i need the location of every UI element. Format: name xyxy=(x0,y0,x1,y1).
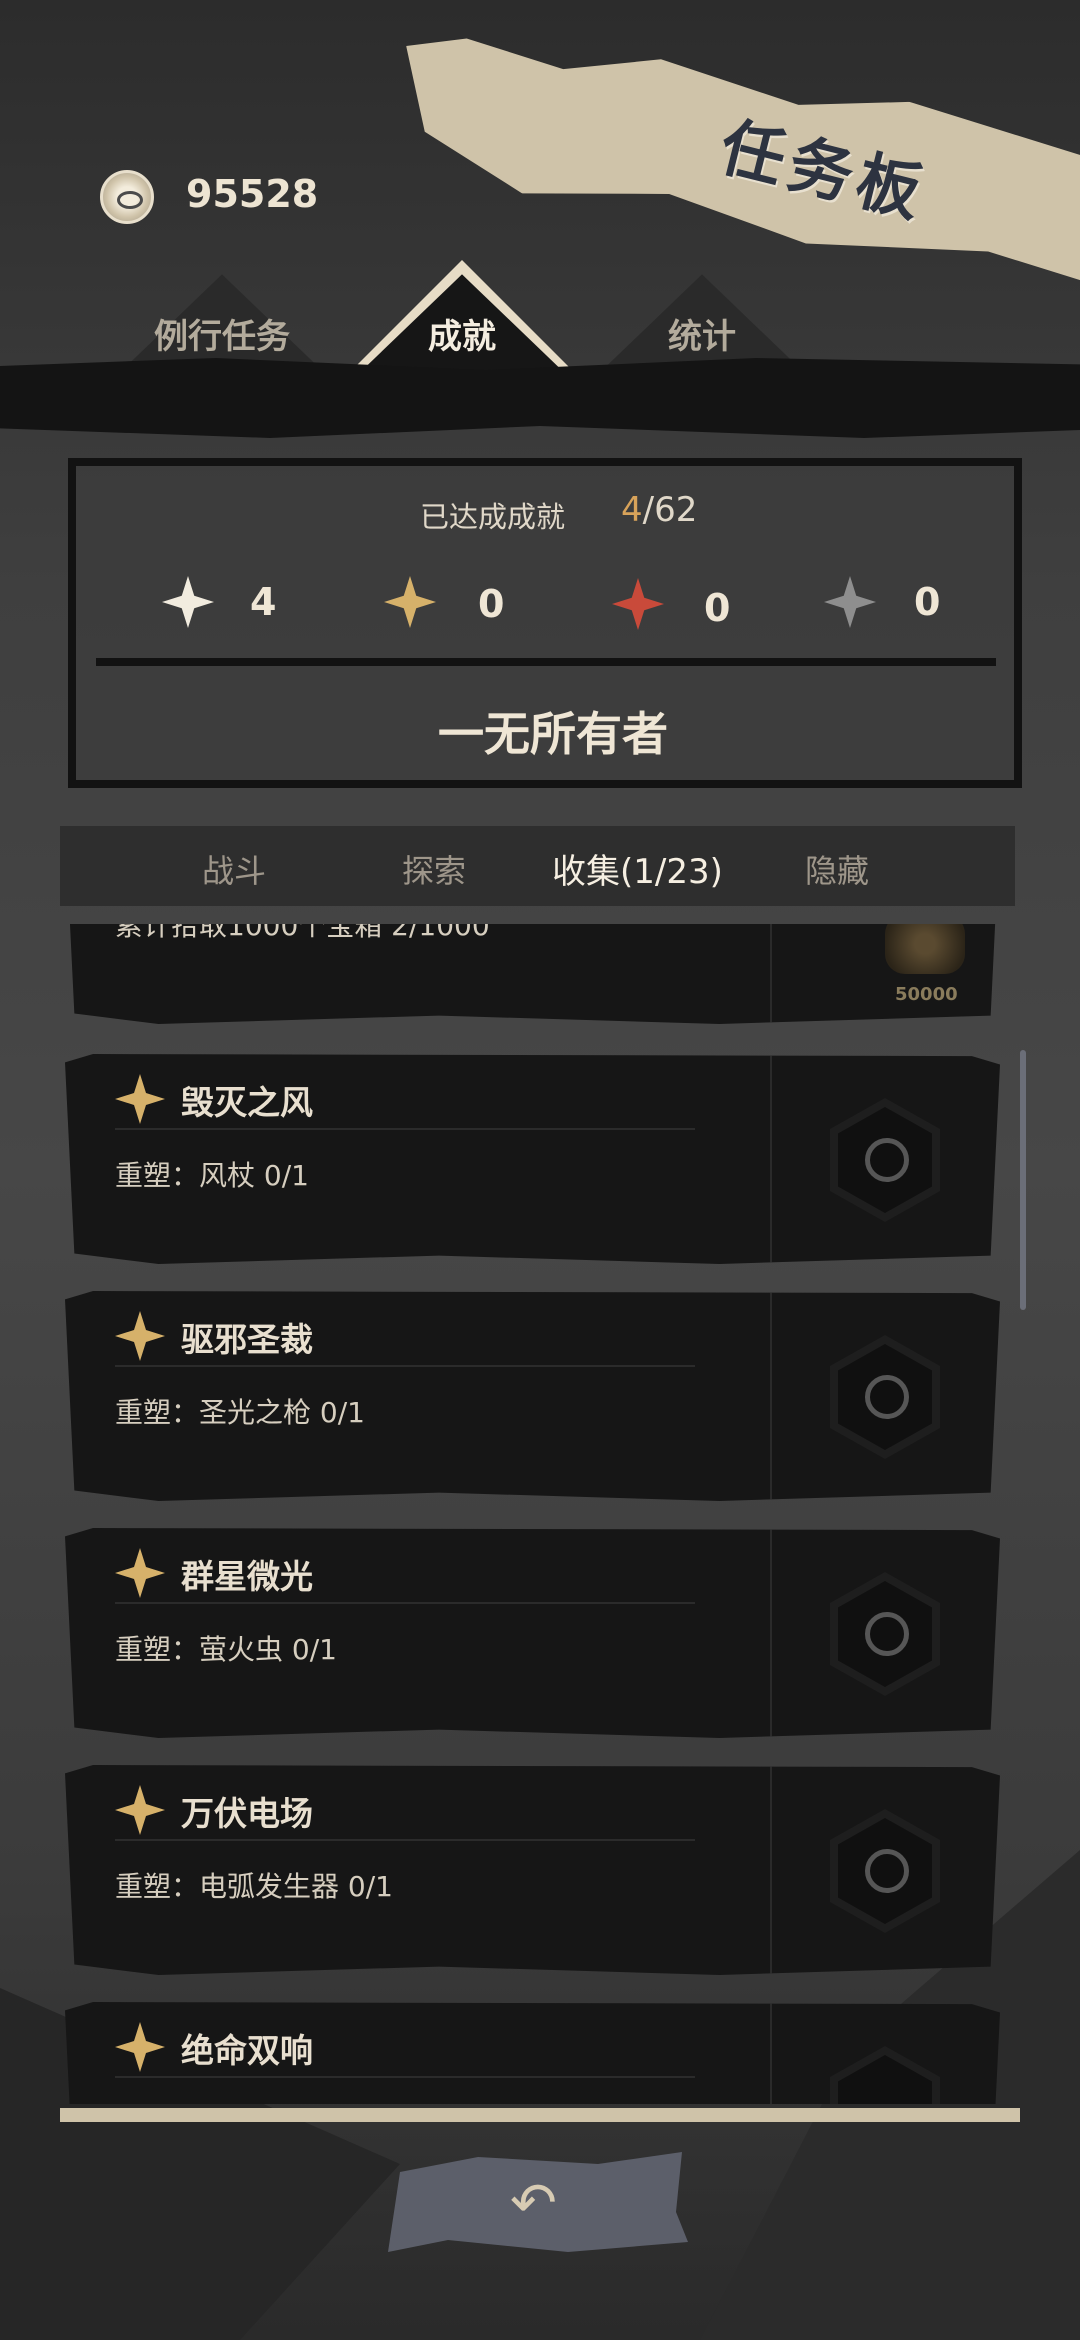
achievement-summary-panel: 已达成成就 4/62 4 0 0 0 一无所有者 xyxy=(68,458,1022,788)
achievement-card: 万伏电场 重塑：电弧发生器 0/1 xyxy=(65,1765,1000,1975)
panel-divider xyxy=(96,658,996,666)
achievement-title: 群星微光 xyxy=(181,1557,313,1596)
gold-star-icon xyxy=(115,1311,165,1361)
tab-achievements[interactable]: 成就 xyxy=(342,260,582,380)
gold-star-icon xyxy=(384,576,436,628)
achievement-desc: 重塑：圣光之枪 0/1 xyxy=(115,1396,365,1429)
category-tabs: 战斗 探索 收集(1/23) 隐藏 xyxy=(60,826,1015,906)
card-separator xyxy=(115,1128,695,1130)
achievement-card: 毁灭之风 重塑：风杖 0/1 xyxy=(65,1054,1000,1264)
gold-star-count: 0 xyxy=(478,582,505,626)
badge-emblem-icon xyxy=(865,1138,909,1182)
achievement-desc: 重塑：电弧发生器 0/1 xyxy=(115,1870,393,1903)
card-separator xyxy=(115,1602,695,1604)
gold-star-icon xyxy=(115,2022,165,2072)
badge-emblem-icon xyxy=(865,1375,909,1419)
card-divider xyxy=(770,1765,772,1975)
achievement-card: 驱邪圣裁 重塑：圣光之枪 0/1 xyxy=(65,1291,1000,1501)
hexagon-badge-icon xyxy=(830,2046,940,2104)
tab-label: 成就 xyxy=(428,317,496,357)
gold-star-icon xyxy=(115,1548,165,1598)
list-bottom-border xyxy=(60,2108,1020,2122)
chest-icon xyxy=(885,924,965,974)
achievement-desc: 重塑：萤火虫 0/1 xyxy=(115,1633,337,1666)
achievement-card: 累计拾取1000个宝箱 2/1000 50000 xyxy=(65,924,1000,1024)
card-separator xyxy=(115,1365,695,1367)
card-separator xyxy=(115,2076,695,2078)
card-divider xyxy=(770,1054,772,1264)
tab-label: 统计 xyxy=(668,317,736,357)
coin-icon xyxy=(100,170,154,224)
achievement-title: 万伏电场 xyxy=(181,1794,313,1833)
list-scrollbar[interactable] xyxy=(1020,1050,1026,1310)
achievement-title: 绝命双响 xyxy=(181,2031,313,2070)
achievement-title: 驱邪圣裁 xyxy=(181,1320,313,1359)
white-star-icon xyxy=(162,576,214,628)
achievement-card: 群星微光 重塑：萤火虫 0/1 xyxy=(65,1528,1000,1738)
card-separator xyxy=(115,1839,695,1841)
card-divider xyxy=(770,1528,772,1738)
achievement-title: 毁灭之风 xyxy=(181,1083,313,1122)
category-explore[interactable]: 探索 xyxy=(402,846,466,892)
gold-star-icon xyxy=(115,1785,165,1835)
red-star-count: 0 xyxy=(704,586,731,630)
achieved-count: 4/62 xyxy=(621,490,697,530)
card-divider xyxy=(770,924,772,1024)
achieved-label: 已达成成就 xyxy=(420,500,566,534)
achievement-card: 绝命双响 xyxy=(65,2002,1000,2104)
white-star-count: 4 xyxy=(250,580,277,624)
red-star-icon xyxy=(612,578,664,630)
header-divider xyxy=(0,358,1080,438)
card-divider xyxy=(770,2002,772,2104)
rank-title: 一无所有者 xyxy=(438,707,668,761)
back-arrow-icon[interactable]: ↶ xyxy=(510,2176,557,2232)
coin-count: 95528 xyxy=(186,172,319,216)
hidden-star-count: 0 xyxy=(914,580,941,624)
achieved-number: 4 xyxy=(621,490,643,530)
card-divider xyxy=(770,1291,772,1501)
achievement-desc: 累计拾取1000个宝箱 2/1000 xyxy=(115,924,490,942)
badge-emblem-icon xyxy=(865,1849,909,1893)
hidden-star-icon xyxy=(824,576,876,628)
tab-label: 例行任务 xyxy=(154,317,290,357)
category-hidden[interactable]: 隐藏 xyxy=(805,846,869,892)
gold-star-icon xyxy=(115,1074,165,1124)
achieved-total: /62 xyxy=(642,490,698,530)
badge-emblem-icon xyxy=(865,1612,909,1656)
category-collect[interactable]: 收集(1/23) xyxy=(552,844,723,893)
achievement-list[interactable]: 累计拾取1000个宝箱 2/1000 50000 毁灭之风 重塑：风杖 0/1 … xyxy=(60,924,1020,2104)
category-combat[interactable]: 战斗 xyxy=(202,846,266,892)
achievement-desc: 重塑：风杖 0/1 xyxy=(115,1159,309,1192)
reward-amount: 50000 xyxy=(895,984,958,1005)
